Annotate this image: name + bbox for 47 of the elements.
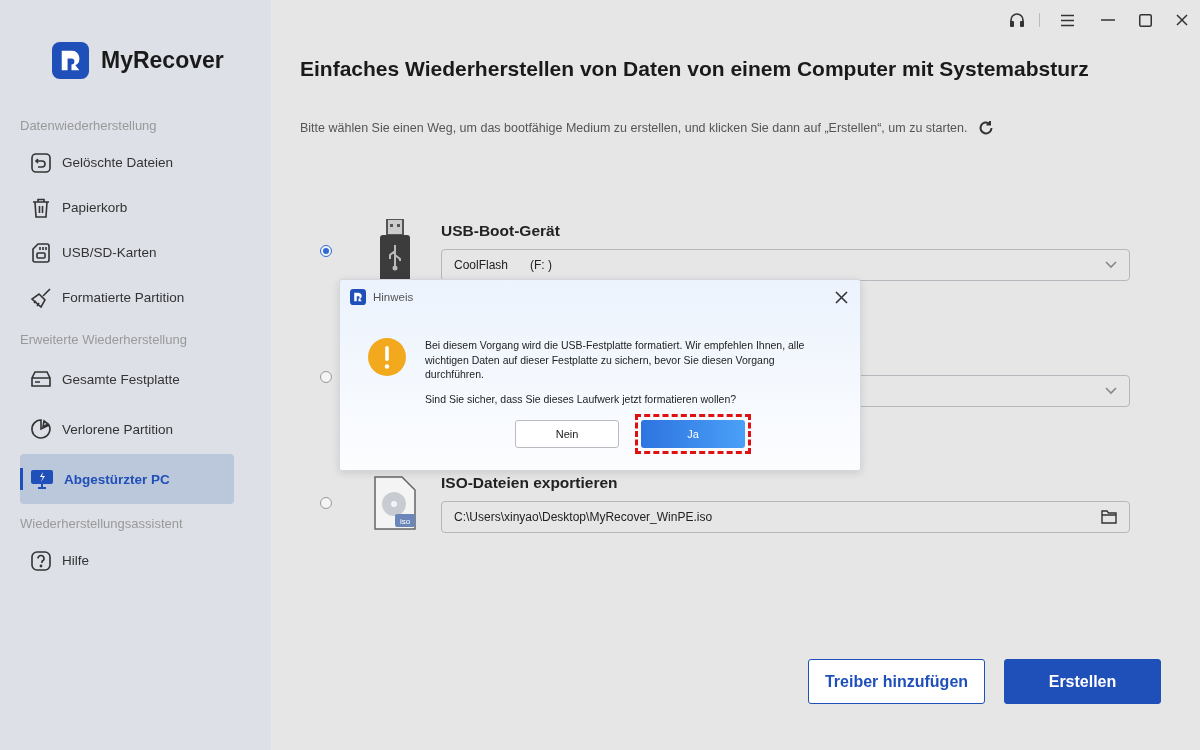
monitor-icon: [30, 468, 54, 490]
radio-button[interactable]: [320, 497, 332, 509]
radio-button[interactable]: [320, 371, 332, 383]
section-heading: Erweiterte Wiederherstellung: [20, 330, 188, 349]
pie-chart-icon: [30, 418, 52, 440]
sidebar-item[interactable]: Papierkorb: [20, 185, 234, 230]
help-icon: [30, 549, 52, 572]
menu-icon[interactable]: [1060, 13, 1075, 27]
path-field[interactable]: C:\Users\xinyao\Desktop\MyRecover_WinPE.iso: [441, 500, 1130, 533]
iso-file-icon: iso: [374, 476, 416, 530]
add-driver-button[interactable]: Treiber hinzufügen: [808, 659, 985, 704]
sidebar-item[interactable]: Gesamte Festplatte: [20, 354, 234, 404]
dialog-title: Hinweis: [373, 291, 414, 303]
dialog-question: Sind Sie sicher, dass Sie dieses Laufwerk jetzt formatieren wollen?: [425, 391, 738, 406]
section-heading: Wiederherstellungsassistent: [20, 514, 184, 533]
section-heading: Datenwiederherstellung: [20, 116, 158, 135]
chevron-down-icon: [1105, 386, 1117, 395]
instruction-text: Bitte wählen Sie einen Weg, um das bootfähige Medium zu erstellen, und klicken Sie dann auf „Erstellen“, um zu starten.: [300, 121, 968, 135]
folder-icon: [1101, 509, 1117, 524]
chevron-down-icon: [1105, 260, 1117, 269]
sidebar-item[interactable]: Hilfe: [20, 538, 234, 583]
headset-icon[interactable]: [1009, 12, 1025, 28]
option-title: ISO-Dateien exportieren: [441, 473, 619, 492]
sidebar-item[interactable]: USB/SD-Karten: [20, 230, 234, 275]
cancel-button[interactable]: Nein: [515, 420, 619, 448]
sidebar-item[interactable]: Verlorene Partition: [20, 404, 234, 454]
sidebar-item[interactable]: Gelöschte Dateien: [20, 140, 234, 185]
radio-button[interactable]: [320, 245, 332, 257]
refresh-icon[interactable]: [977, 120, 994, 136]
close-icon[interactable]: [835, 290, 848, 304]
sidebar-item[interactable]: Abgestürzter PC: [20, 454, 234, 504]
app-logo-icon: [52, 42, 89, 79]
close-icon[interactable]: [1176, 14, 1188, 26]
option-title: USB-Boot-Gerät: [441, 221, 561, 240]
dialog-message: Bei diesem Vorgang wird die USB-Festplatte formatiert. Wir empfehlen Ihnen, alle wichtigen Daten auf dieser Festplatte zu sichern, bevor Sie diesen Vorgang durchführen.: [425, 338, 806, 382]
trash-icon: [30, 196, 52, 219]
hard-drive-icon: [30, 368, 52, 390]
broom-icon: [30, 286, 52, 309]
sd-card-icon: [30, 241, 52, 264]
dialog-logo-icon: [350, 289, 366, 305]
restore-icon: [30, 151, 52, 174]
sidebar-item[interactable]: Formatierte Partition: [20, 275, 234, 320]
app-name: MyRecover: [101, 47, 224, 74]
create-button[interactable]: Erstellen: [1004, 659, 1161, 704]
maximize-icon[interactable]: [1139, 13, 1152, 27]
page-title: Einfaches Wiederherstellen von Daten von einem Computer mit Systemabsturz: [300, 57, 1090, 81]
warning-icon: [368, 338, 406, 376]
